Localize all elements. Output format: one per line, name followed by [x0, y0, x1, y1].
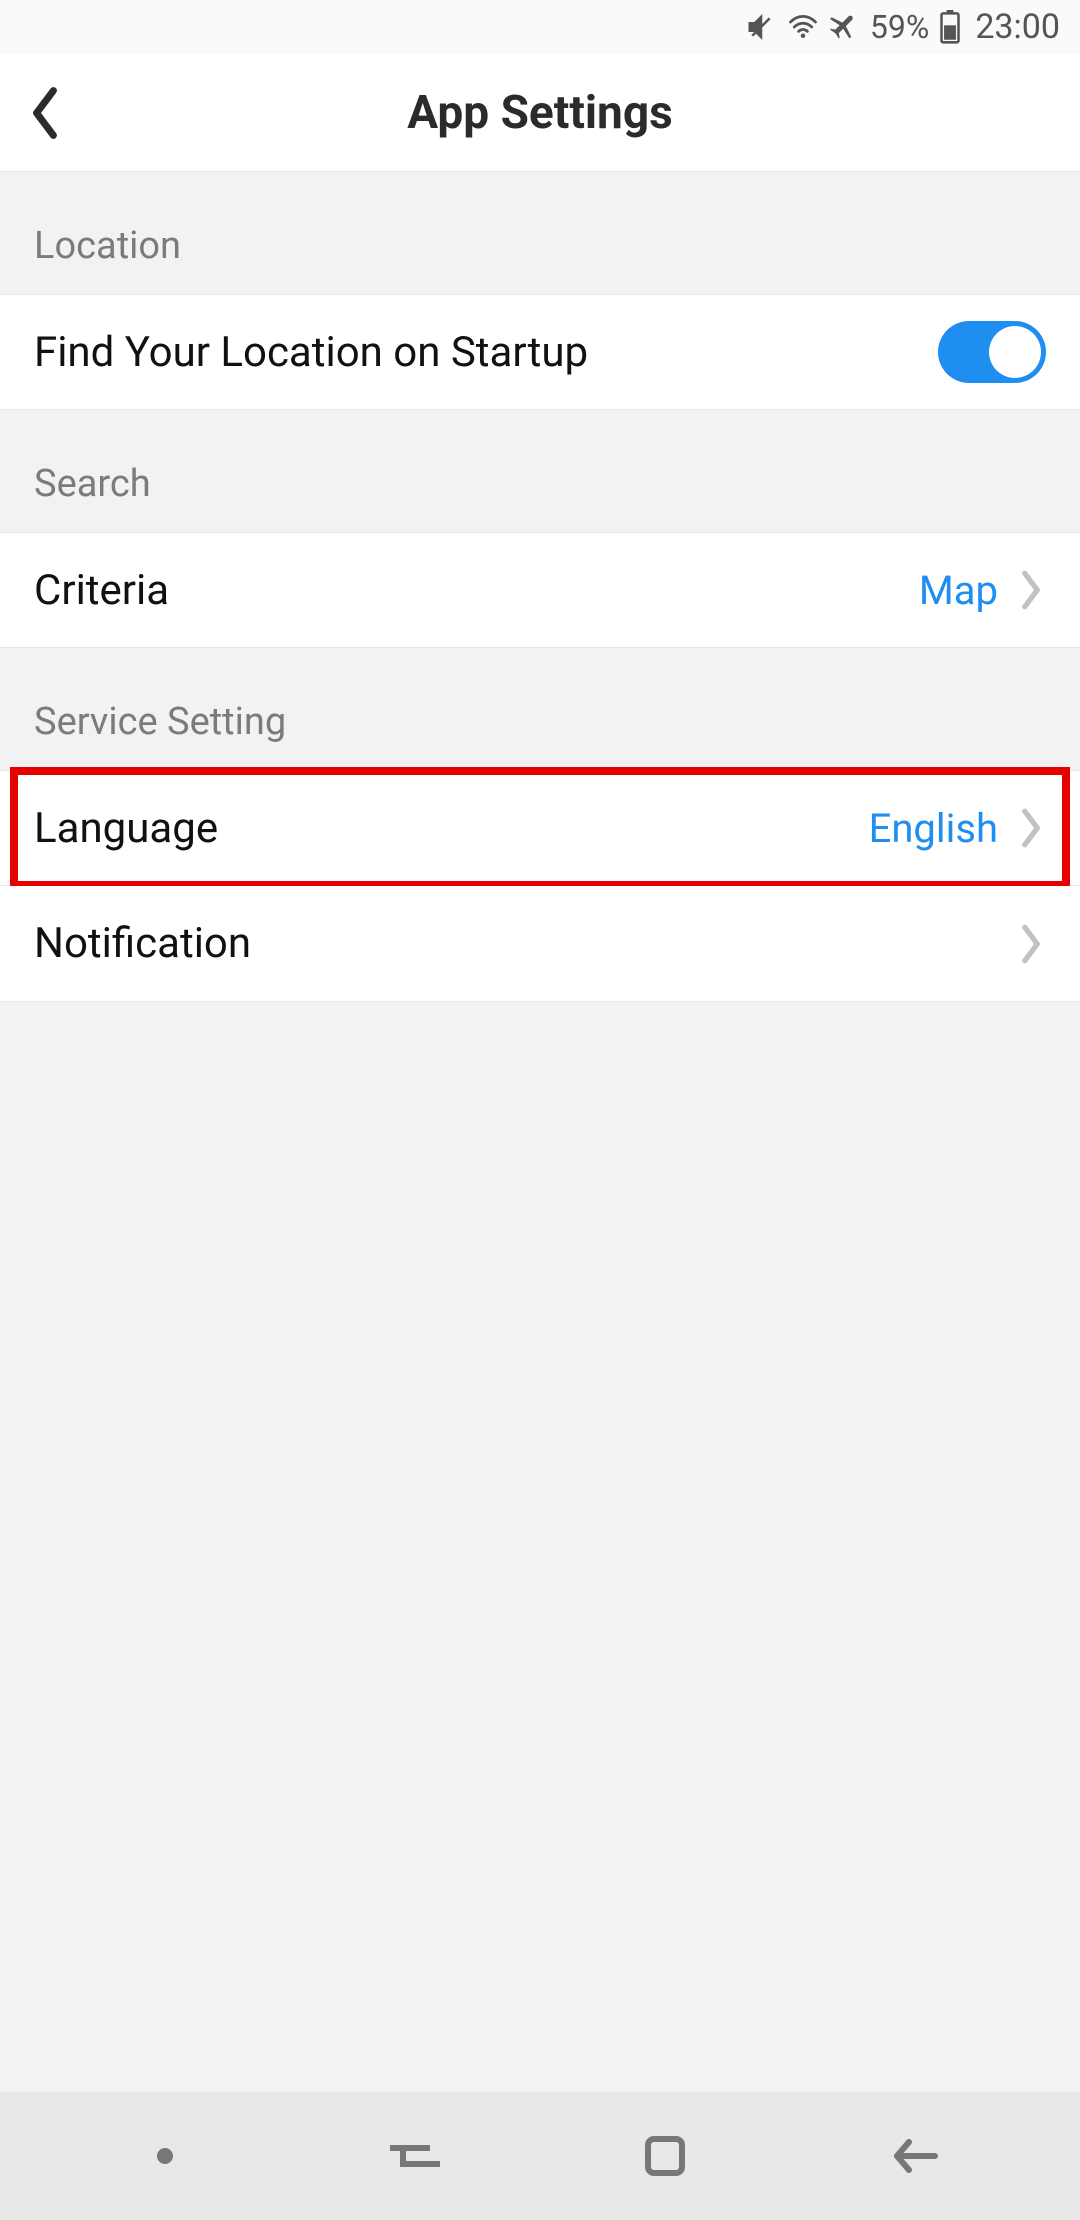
battery-icon	[939, 10, 961, 44]
section-header-service: Service Setting	[0, 648, 1080, 770]
chevron-right-icon	[1016, 566, 1046, 614]
row-value-criteria: Map	[919, 567, 998, 614]
back-button[interactable]	[0, 54, 90, 171]
nav-menu-button[interactable]	[105, 2116, 225, 2196]
row-find-location-on-startup[interactable]: Find Your Location on Startup	[0, 294, 1080, 410]
home-icon	[640, 2131, 690, 2181]
nav-back-button[interactable]	[855, 2116, 975, 2196]
row-label: Notification	[34, 919, 1016, 968]
empty-space	[0, 1002, 1080, 2092]
row-label: Criteria	[34, 566, 919, 615]
recents-icon	[387, 2136, 443, 2176]
row-language[interactable]: Language English	[0, 770, 1080, 886]
toggle-knob	[989, 326, 1041, 378]
chevron-right-icon	[1016, 920, 1046, 968]
toggle-find-location[interactable]	[938, 321, 1046, 383]
status-bar: 59% 23:00	[0, 0, 1080, 54]
chevron-right-icon	[1016, 804, 1046, 852]
chevron-left-icon	[25, 85, 65, 141]
row-label: Find Your Location on Startup	[34, 328, 938, 377]
page-title: App Settings	[0, 86, 1080, 140]
android-nav-bar	[0, 2092, 1080, 2220]
section-header-search: Search	[0, 410, 1080, 532]
row-criteria[interactable]: Criteria Map	[0, 532, 1080, 648]
back-icon	[887, 2134, 943, 2178]
row-label: Language	[34, 804, 869, 853]
airplane-icon	[830, 12, 860, 42]
dot-icon	[157, 2148, 173, 2164]
row-notification[interactable]: Notification	[0, 886, 1080, 1002]
clock: 23:00	[975, 7, 1060, 47]
nav-home-button[interactable]	[605, 2116, 725, 2196]
app-bar: App Settings	[0, 54, 1080, 172]
section-header-location: Location	[0, 172, 1080, 294]
mute-icon	[746, 12, 776, 42]
nav-recents-button[interactable]	[355, 2116, 475, 2196]
battery-percent: 59%	[870, 8, 929, 46]
row-value-language: English	[869, 805, 998, 852]
wifi-icon	[786, 12, 820, 42]
